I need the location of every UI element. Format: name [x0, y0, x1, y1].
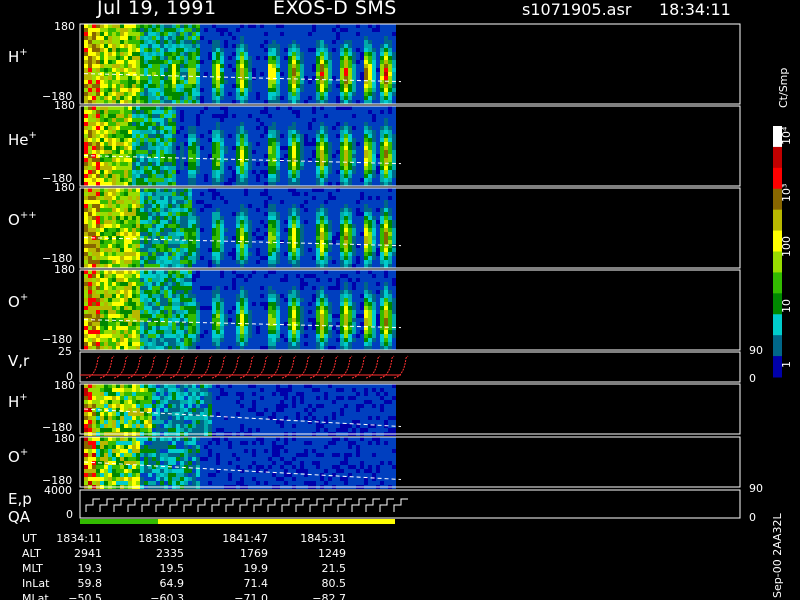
panel-label-hplus-pa: H+ — [8, 47, 28, 66]
panel-hplus-pa-cells — [84, 24, 396, 104]
panel-label-oplusplus-pa: O++ — [8, 210, 37, 229]
ytick-oplus-pa-top: 180 — [54, 263, 75, 276]
panel-oplus-pa-cells — [84, 270, 396, 350]
rtick-vr-top: 90 — [749, 344, 763, 357]
colorbar-unit: Ct/Smp — [777, 67, 790, 108]
panel-heplus-pa-cells — [84, 106, 396, 186]
footer-col-4: 1845:31 1249 21.5 80.5 −82.7 — [300, 532, 346, 600]
colorbar-tick-100: 100 — [780, 236, 793, 257]
ytick-oplusplus-pa-top: 180 — [54, 181, 75, 194]
plot-canvas — [79, 23, 782, 524]
ytick-vr-top: 25 — [58, 345, 72, 358]
footer-row-labels: UT ALT MLT InLat MLat — [22, 531, 49, 600]
panel-oplus-e-cells — [84, 437, 396, 489]
panel-ep-frame — [79, 489, 741, 519]
footer-label-ut: UT — [22, 532, 37, 545]
ytick-hplus-pa-top: 180 — [54, 20, 75, 33]
ytick-oplus-e-top: 180 — [54, 432, 75, 445]
panel-label-oplus-e: O+ — [8, 447, 29, 466]
footer-label-inlat: InLat — [22, 577, 50, 590]
colorbar-tick-1e3: 10³ — [780, 183, 793, 202]
qa-bar-yellow — [158, 519, 395, 524]
side-stamp: Sep-00 2AA32L — [771, 513, 784, 598]
footer-col-2: 1838:03 2335 19.5 64.9 −60.3 — [138, 532, 184, 600]
panel-label-vr: V,r — [8, 352, 30, 370]
ytick-ep-top: 4000 — [44, 484, 72, 497]
ytick-ep-bottom: 0 — [66, 508, 73, 521]
colorbar-tick-1: 1 — [780, 361, 793, 368]
panel-label-qa: QA — [8, 508, 31, 526]
footer-col-3: 1841:47 1769 19.9 71.4 −71.0 — [222, 532, 268, 600]
sms-survey-plot: { "header": { "date": "Jul 19, 1991", "i… — [0, 0, 800, 600]
footer-label-alt: ALT — [22, 547, 41, 560]
panel-vr-frame — [79, 351, 741, 383]
ytick-hplus-e-top: 180 — [54, 379, 75, 392]
footer-label-mlt: MLT — [22, 562, 43, 575]
panel-label-ep: E,p — [8, 490, 32, 508]
footer-col-1: 1834:11 2941 19.3 59.8 −50.5 — [56, 532, 102, 600]
panel-hplus-e-cells — [84, 384, 396, 436]
panel-label-hplus-e: H+ — [8, 392, 28, 411]
footer-label-mlat: MLat — [22, 592, 49, 600]
panel-oplusplus-pa-cells — [84, 188, 396, 268]
panel-label-oplus-pa: O+ — [8, 292, 29, 311]
qa-bar-green — [80, 519, 158, 524]
rtick-vr-bottom: 0 — [749, 372, 756, 385]
ytick-heplus-pa-top: 180 — [54, 99, 75, 112]
colorbar-tick-1e4: 10⁴ — [780, 126, 793, 145]
rtick-ep-bottom: 0 — [749, 511, 756, 524]
colorbar-tick-10: 10 — [780, 299, 793, 313]
rtick-ep-top: 90 — [749, 482, 763, 495]
panel-label-heplus-pa: He+ — [8, 130, 37, 149]
